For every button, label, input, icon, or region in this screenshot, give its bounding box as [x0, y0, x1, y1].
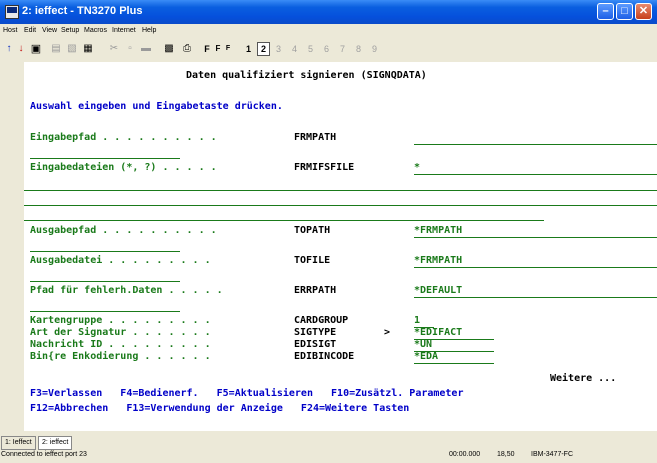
field-separator — [30, 251, 180, 252]
session-2-button[interactable]: 2 — [257, 42, 270, 56]
input-value-errpath[interactable]: *DEFAULT — [414, 285, 462, 297]
field-keyword-frmifsfile: FRMIFSFILE — [294, 162, 355, 173]
field-label-topath: Ausgabepfad . . . . . . . . . . — [30, 225, 217, 236]
terminal-screen[interactable]: Daten qualifiziert signieren (SIGNQDATA)… — [24, 62, 657, 431]
font-small-button[interactable]: F — [224, 42, 232, 56]
input-tofile[interactable] — [414, 267, 657, 268]
copy-icon[interactable]: ▫ — [124, 42, 136, 56]
input-value-cardgroup[interactable]: 1 — [414, 315, 420, 327]
session-4-button[interactable]: 4 — [289, 42, 300, 56]
input-value-edisigt[interactable]: *UN — [414, 339, 432, 351]
menu-host[interactable]: Host — [3, 27, 17, 34]
input-frmpath[interactable] — [414, 144, 657, 145]
toolbar: ↑ ↓ ▣ ▤ ▧ ▦ ✂ ▫ ▬ ▩ ⎙ F F F 1 2 3 4 5 6 … — [0, 38, 657, 60]
input-continuation-line[interactable] — [24, 220, 544, 221]
input-continuation-line[interactable] — [24, 205, 657, 206]
input-value-frmifsfile[interactable]: * — [414, 162, 420, 174]
input-edibincode[interactable] — [414, 363, 494, 364]
field-keyword-errpath: ERRPATH — [294, 285, 337, 296]
paste-icon[interactable]: ▬ — [140, 42, 152, 56]
session-tab-2[interactable]: 2: ieffect — [38, 436, 73, 450]
window-title: 2: ieffect - TN3270 Plus — [22, 5, 143, 17]
session-8-button[interactable]: 8 — [353, 42, 364, 56]
field-keyword-edisigt: EDISIGT — [294, 339, 337, 350]
field-label-edibincode: Bin{re Enkodierung . . . . . . — [30, 351, 211, 362]
cut-icon[interactable]: ✂ — [108, 42, 120, 56]
field-label-errpath: Pfad für fehlerh.Daten . . . . . — [30, 285, 223, 296]
menu-internet[interactable]: Internet — [112, 27, 136, 34]
field-label-frmpath: Eingabepfad . . . . . . . . . . — [30, 132, 217, 143]
session-5-button[interactable]: 5 — [305, 42, 316, 56]
maximize-button[interactable]: □ — [616, 3, 633, 20]
field-label-frmifsfile: Eingabedateien (*, ?) . . . . . — [30, 162, 217, 173]
session-6-button[interactable]: 6 — [321, 42, 332, 56]
minimize-button[interactable]: – — [597, 3, 614, 20]
session-tab-1[interactable]: 1: Ieffect — [1, 436, 36, 450]
field-label-edisigt: Nachricht ID . . . . . . . . . — [30, 339, 211, 350]
download-arrow-icon[interactable]: ↓ — [16, 42, 26, 56]
cursor-position: 18,50 — [497, 451, 515, 458]
menu-edit[interactable]: Edit — [24, 27, 36, 34]
field-keyword-edibincode: EDIBINCODE — [294, 351, 355, 362]
session-7-button[interactable]: 7 — [337, 42, 348, 56]
input-value-sigtype[interactable]: *EDIFACT — [414, 327, 462, 339]
field-keyword-frmpath: FRMPATH — [294, 132, 337, 143]
upload-arrow-icon[interactable]: ↑ — [4, 42, 14, 56]
menu-setup[interactable]: Setup — [61, 27, 79, 34]
copy-screen-icon[interactable]: ▧ — [66, 42, 78, 56]
session-9-button[interactable]: 9 — [369, 42, 380, 56]
input-frmifsfile[interactable] — [414, 174, 657, 175]
field-separator — [30, 311, 180, 312]
function-keys-line-2: F12=Abbrechen F13=Verwendung der Anzeige… — [30, 403, 410, 414]
print-preview-icon[interactable]: ▤ — [50, 42, 62, 56]
printer-icon[interactable]: ⎙ — [181, 42, 193, 56]
terminal-type: IBM-3477-FC — [531, 451, 574, 458]
field-label-cardgroup: Kartengruppe . . . . . . . . . — [30, 315, 211, 326]
input-value-edibincode[interactable]: *EDA — [414, 351, 438, 363]
prompt-indicator: > — [384, 327, 391, 338]
menu-help[interactable]: Help — [142, 27, 156, 34]
session-3-button[interactable]: 3 — [273, 42, 284, 56]
input-continuation-line[interactable] — [24, 190, 657, 191]
status-bar: 1: Ieffect 2: ieffect Connected to ieffe… — [0, 434, 657, 463]
more-indicator: Weitere ... — [550, 373, 617, 384]
clipboard-icon[interactable]: ▦ — [82, 42, 94, 56]
field-label-sigtype: Art der Signatur . . . . . . . — [30, 327, 211, 338]
app-icon — [5, 5, 19, 19]
keypad-icon[interactable]: ▩ — [163, 42, 175, 56]
field-keyword-tofile: TOFILE — [294, 255, 331, 266]
menu-view[interactable]: View — [42, 27, 57, 34]
save-icon[interactable]: ▣ — [30, 42, 42, 56]
field-label-tofile: Ausgabedatei . . . . . . . . . — [30, 255, 211, 266]
input-topath[interactable] — [414, 237, 657, 238]
field-separator — [30, 281, 180, 282]
field-keyword-topath: TOPATH — [294, 225, 331, 236]
title-bar: 2: ieffect - TN3270 Plus – □ ✕ — [0, 0, 657, 24]
menu-macros[interactable]: Macros — [84, 27, 107, 34]
menu-bar: Host Edit View Setup Macros Internet Hel… — [0, 24, 657, 38]
session-1-button[interactable]: 1 — [243, 42, 254, 56]
close-button[interactable]: ✕ — [635, 3, 652, 20]
field-keyword-sigtype: SIGTYPE — [294, 327, 337, 338]
input-value-tofile[interactable]: *FRMPATH — [414, 255, 462, 267]
field-separator — [30, 158, 180, 159]
font-medium-button[interactable]: F — [214, 42, 222, 56]
function-keys-line-1: F3=Verlassen F4=Bedienerf. F5=Aktualisie… — [30, 388, 464, 399]
instruction-text: Auswahl eingeben und Eingabetaste drücke… — [30, 101, 283, 112]
screen-title: Daten qualifiziert signieren (SIGNQDATA) — [186, 70, 427, 81]
field-keyword-cardgroup: CARDGROUP — [294, 315, 349, 326]
font-large-button[interactable]: F — [203, 42, 211, 56]
input-value-topath[interactable]: *FRMPATH — [414, 225, 462, 237]
connection-status: Connected to ieffect port 23 — [1, 451, 87, 458]
status-timer: 00:00.000 — [449, 451, 481, 458]
input-errpath[interactable] — [414, 297, 657, 298]
